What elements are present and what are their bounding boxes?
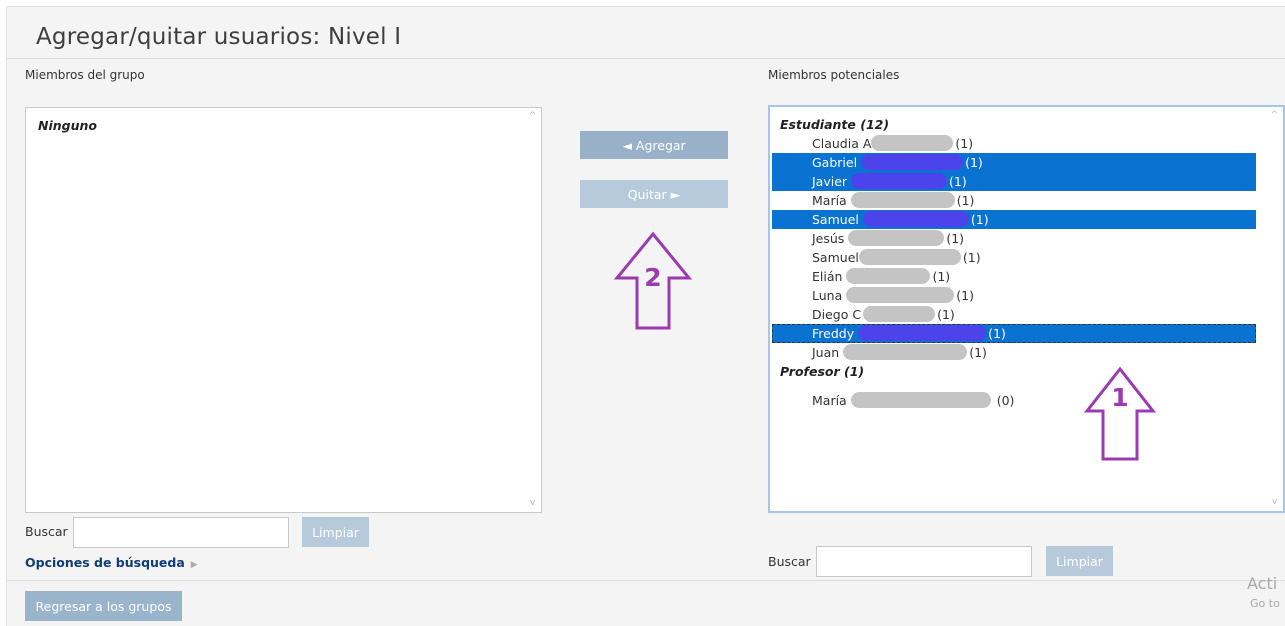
potential-members-clear-button[interactable]: Limpiar	[1046, 546, 1113, 576]
empty-item: Ninguno	[38, 118, 97, 133]
annotation-arrow-1-icon: 1	[1083, 366, 1157, 461]
list-item[interactable]: Elián (1)	[772, 267, 1256, 286]
redacted-name	[851, 173, 948, 189]
scroll-up-icon[interactable]: ^	[528, 112, 537, 121]
list-item[interactable]: María (0)	[772, 391, 1256, 410]
redacted-name	[846, 268, 931, 284]
member-name: Juan	[812, 345, 840, 360]
group-members-clear-button[interactable]: Limpiar	[302, 517, 369, 547]
list-item[interactable]: Claudia A (1)	[772, 134, 1256, 153]
member-name: María	[812, 193, 847, 208]
redacted-name	[863, 306, 936, 322]
member-name: Samuel	[812, 250, 859, 265]
list-item[interactable]: Samuel (1)	[772, 210, 1256, 229]
member-count: (0)	[996, 393, 1015, 408]
list-item[interactable]: María (1)	[772, 191, 1256, 210]
group-members-search-input[interactable]	[73, 517, 289, 548]
potential-members-list[interactable]: Estudiante (12) Claudia A (1) Gabriel (1) …	[768, 105, 1285, 513]
member-name: Gabriel	[812, 155, 858, 170]
member-name: Claudia A	[812, 136, 872, 151]
redacted-name	[843, 344, 968, 360]
member-count: (1)	[946, 231, 965, 246]
redacted-name	[862, 211, 969, 227]
group-members-label: Miembros del grupo	[25, 68, 145, 82]
annotation-arrow-2-label: 2	[644, 263, 661, 292]
page-title: Agregar/quitar usuarios: Nivel I	[36, 24, 402, 50]
redacted-name	[846, 287, 955, 303]
list-item[interactable]: Juan (1)	[772, 343, 1256, 362]
windows-activation-watermark: Acti	[1247, 574, 1278, 593]
redacted-name	[858, 249, 961, 265]
member-count: (1)	[949, 174, 967, 189]
expand-triangle-icon: ▶	[190, 560, 198, 570]
member-name: Luna	[812, 288, 843, 303]
member-count: (1)	[932, 269, 951, 284]
search-options-label: Opciones de búsqueda	[25, 555, 185, 570]
member-name: Freddy	[812, 326, 855, 341]
member-name: Samuel	[812, 212, 859, 227]
scroll-down-icon[interactable]: v	[1270, 498, 1279, 507]
list-item[interactable]: Javier (1)	[772, 172, 1256, 191]
redacted-name	[858, 325, 987, 341]
potential-members-label: Miembros potenciales	[768, 68, 900, 82]
member-count: (1)	[956, 193, 975, 208]
redacted-name	[861, 154, 964, 170]
group-header-students: Estudiante (12)	[780, 117, 890, 132]
remove-button[interactable]: Quitar ►	[580, 180, 728, 208]
redacted-name	[871, 135, 954, 151]
search-label: Buscar	[768, 554, 811, 569]
annotation-arrow-1-label: 1	[1111, 383, 1128, 412]
member-count: (1)	[955, 136, 974, 151]
member-count: (1)	[956, 288, 974, 303]
search-label: Buscar	[25, 524, 68, 539]
redacted-name	[850, 392, 991, 408]
member-name: Diego C	[812, 307, 862, 322]
scroll-down-icon[interactable]: v	[528, 499, 537, 508]
list-item[interactable]: Jesús (1)	[772, 229, 1256, 248]
annotation-arrow-2-icon: 2	[613, 231, 693, 330]
list-item[interactable]: Diego C (1)	[772, 305, 1256, 324]
redacted-name	[850, 192, 955, 208]
member-count: (1)	[970, 212, 989, 227]
member-count: (1)	[962, 250, 981, 265]
member-name: María	[812, 393, 847, 408]
divider	[7, 58, 1285, 59]
member-count: (1)	[988, 326, 1006, 341]
member-count: (1)	[969, 345, 987, 360]
divider	[7, 580, 1285, 581]
group-members-list[interactable]: Ninguno ^ v	[25, 107, 542, 513]
potential-members-search-input[interactable]	[816, 546, 1032, 577]
list-item[interactable]: Gabriel (1)	[772, 153, 1256, 172]
search-options-link[interactable]: Opciones de búsqueda ▶	[25, 555, 198, 570]
member-name: Elián	[812, 269, 843, 284]
member-name: Javier	[812, 174, 848, 189]
back-to-groups-button[interactable]: Regresar a los grupos	[25, 591, 182, 621]
scroll-up-icon[interactable]: ^	[1270, 111, 1279, 120]
list-item[interactable]: Luna (1)	[772, 286, 1256, 305]
group-header-teachers: Profesor (1)	[780, 364, 865, 379]
member-count: (1)	[965, 155, 983, 170]
redacted-name	[848, 230, 945, 246]
windows-activation-watermark-subtext: Go to	[1250, 597, 1280, 610]
member-name: Jesús	[812, 231, 845, 246]
add-button[interactable]: ◄ Agregar	[580, 131, 728, 159]
member-count: (1)	[937, 307, 955, 322]
list-item[interactable]: Samuel (1)	[772, 248, 1256, 267]
list-item[interactable]: Freddy (1)	[772, 324, 1256, 343]
